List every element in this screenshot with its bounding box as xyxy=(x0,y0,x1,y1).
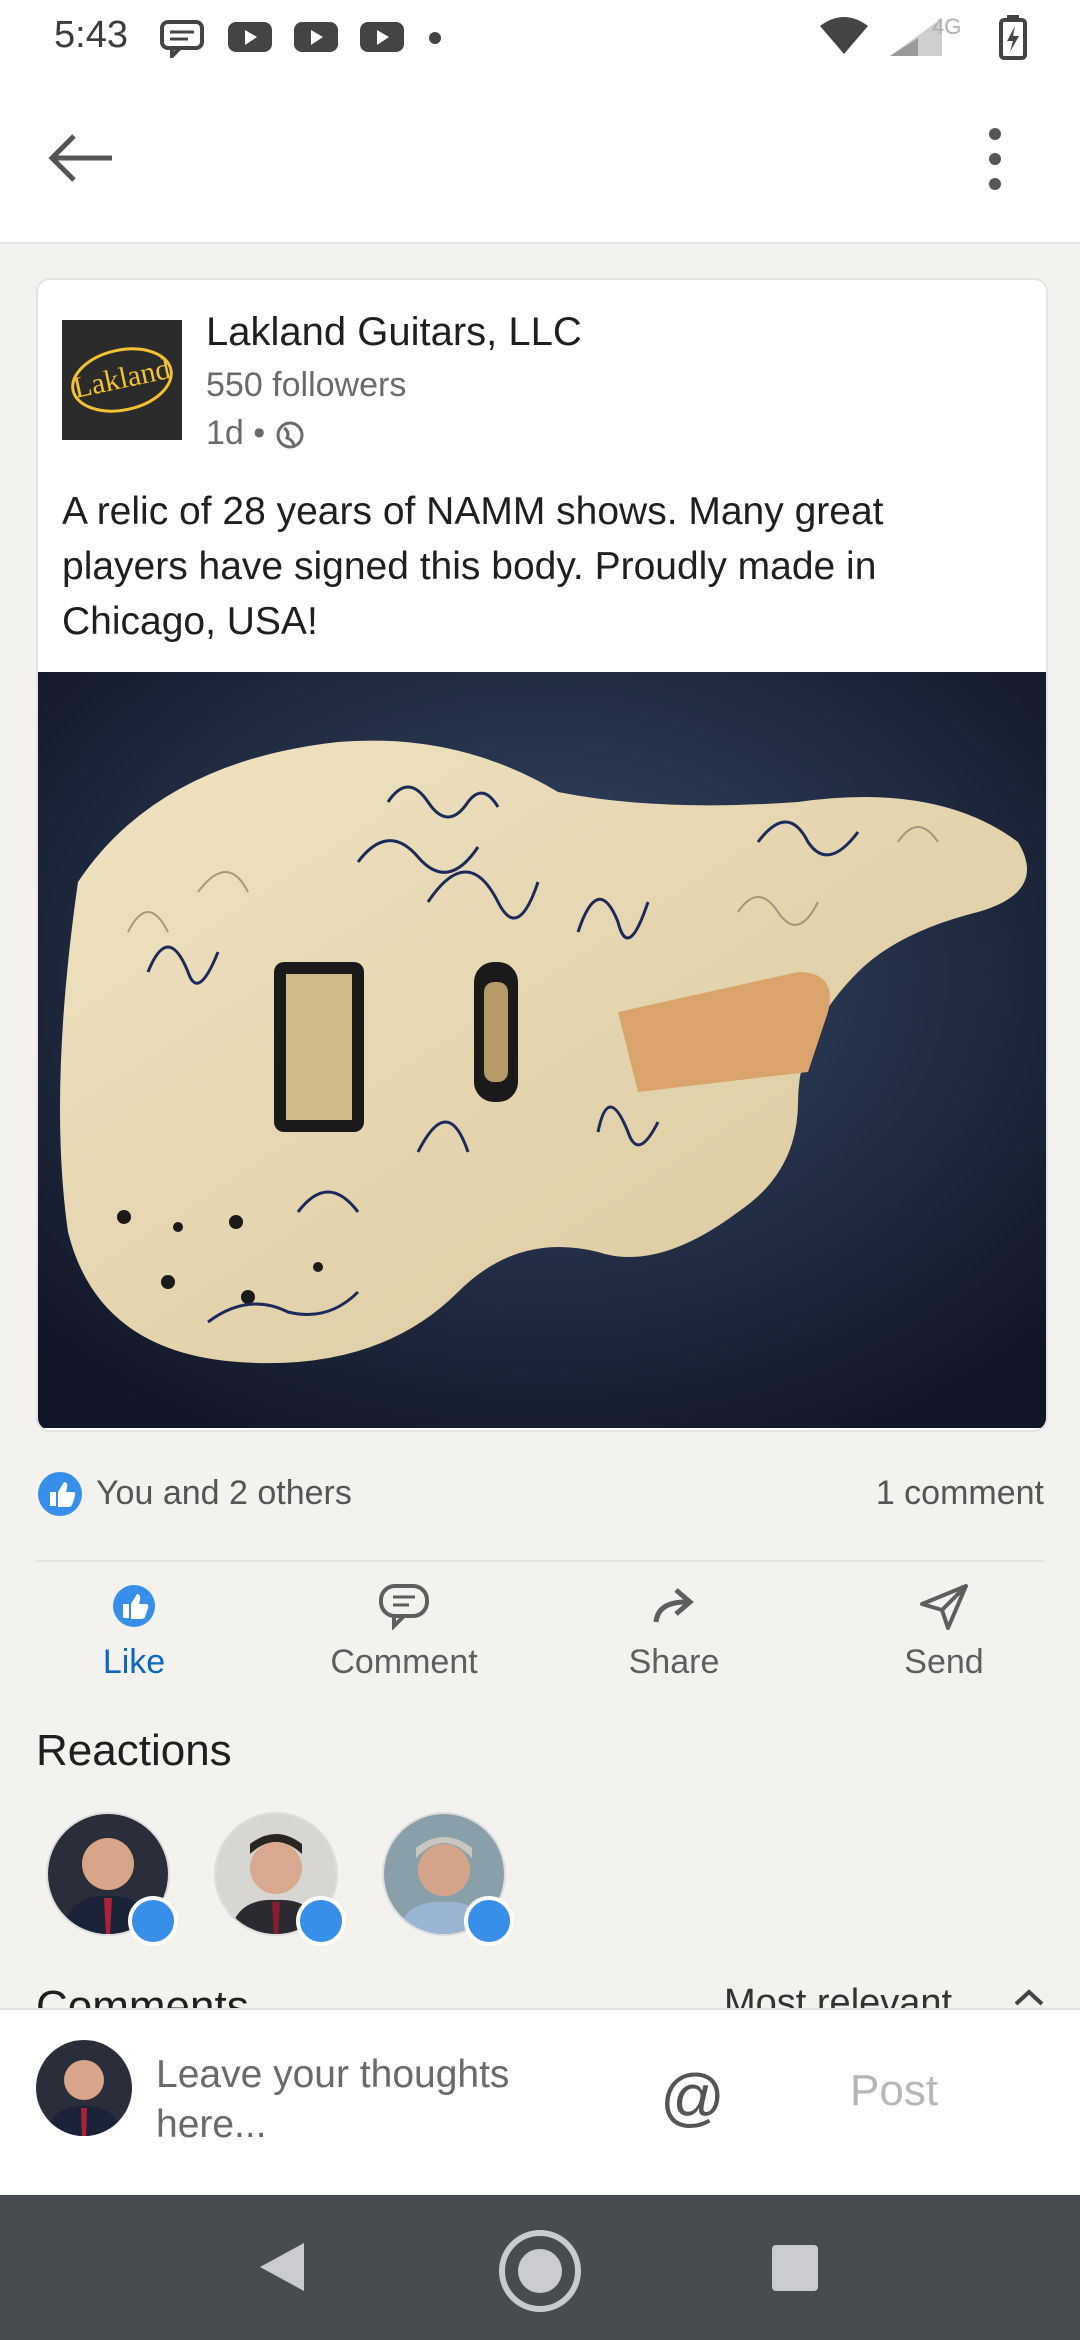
nav-home-icon[interactable] xyxy=(496,2227,584,2315)
reactions-heading: Reactions xyxy=(36,1726,232,1775)
company-logo[interactable]: Lakland xyxy=(62,320,182,440)
person-photo-icon xyxy=(36,2040,132,2136)
current-user-avatar xyxy=(36,2040,132,2136)
nav-recents-icon[interactable] xyxy=(768,2241,824,2297)
like-label: Like xyxy=(102,1643,166,1681)
like-thumb-icon xyxy=(113,1585,155,1627)
lakland-logo-icon: Lakland xyxy=(62,320,182,440)
share-label: Share xyxy=(628,1643,720,1681)
post-text: A relic of 28 years of NAMM shows. Many … xyxy=(62,490,884,643)
youtube-notification-icon xyxy=(228,22,272,52)
share-button[interactable]: Share xyxy=(574,1582,774,1692)
comments-heading: Comments xyxy=(36,1982,249,2008)
send-label: Send xyxy=(904,1643,984,1681)
reaction-count[interactable]: You and 2 others xyxy=(96,1474,352,1513)
company-name[interactable]: Lakland Guitars, LLC xyxy=(206,310,582,355)
like-badge-icon xyxy=(128,1896,178,1946)
send-paper-plane-icon xyxy=(920,1584,968,1630)
wifi-icon xyxy=(820,17,868,54)
comment-count[interactable]: 1 comment xyxy=(876,1474,1044,1513)
comment-icon xyxy=(379,1584,429,1631)
nav-back-icon[interactable] xyxy=(254,2237,310,2297)
comments-sort-dropdown[interactable]: Most relevant xyxy=(724,1982,952,2008)
more-notifications-dot-icon xyxy=(429,32,441,44)
status-bar: 5:43 4G xyxy=(0,0,1080,72)
post-meta: 1d • xyxy=(206,414,305,453)
like-badge-icon xyxy=(464,1896,514,1946)
meta-separator: • xyxy=(253,414,266,452)
like-reaction-icon[interactable] xyxy=(36,1468,88,1520)
youtube-notification-icon-2 xyxy=(294,22,338,52)
battery-charging-icon xyxy=(999,15,1027,60)
comment-input[interactable]: Leave your thoughts here... xyxy=(156,2050,576,2150)
post-time: 1d xyxy=(206,414,244,452)
reactor-avatar-2[interactable] xyxy=(214,1812,346,1946)
like-badge-icon xyxy=(296,1896,346,1946)
divider xyxy=(36,1560,1044,1562)
status-time: 5:43 xyxy=(54,14,128,56)
chevron-up-icon[interactable] xyxy=(1012,1986,1046,2006)
post-card: Lakland Lakland Guitars, LLC 550 followe… xyxy=(36,278,1048,1432)
reactor-avatar-3[interactable] xyxy=(382,1812,514,1946)
back-arrow-icon[interactable] xyxy=(44,130,116,186)
system-navigation-bar xyxy=(0,2195,1080,2340)
comment-composer: Leave your thoughts here... @ Post xyxy=(0,2008,1080,2197)
share-arrow-icon xyxy=(653,1588,694,1623)
post-image-signed-bass-body[interactable] xyxy=(38,672,1046,1428)
app-bar xyxy=(0,72,1080,244)
reactor-avatar-1[interactable] xyxy=(46,1812,178,1946)
comment-label: Comment xyxy=(330,1643,478,1681)
comment-button[interactable]: Comment xyxy=(304,1582,504,1692)
youtube-notification-icon-3 xyxy=(360,22,404,52)
like-button[interactable]: Like xyxy=(34,1582,234,1692)
mention-button[interactable]: @ xyxy=(660,2060,725,2134)
more-options-icon[interactable] xyxy=(980,124,1010,194)
globe-icon xyxy=(276,421,304,449)
follower-count: 550 followers xyxy=(206,366,407,404)
post-comment-button[interactable]: Post xyxy=(850,2066,938,2116)
send-button[interactable]: Send xyxy=(844,1582,1044,1692)
network-type-label: 4G xyxy=(932,14,962,39)
message-notification-icon xyxy=(160,20,204,58)
